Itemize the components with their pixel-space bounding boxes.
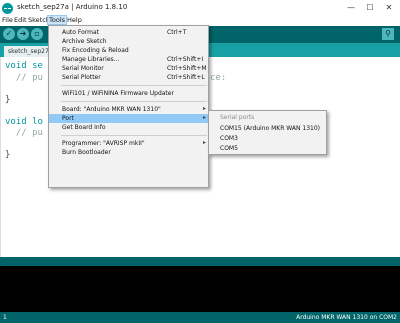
submenu-arrow-icon: ▸ [203, 105, 207, 112]
menu-item-board[interactable]: Board: "Arduino MKR WAN 1310" ▸ [49, 105, 208, 114]
menu-item-fix-encoding[interactable]: Fix Encoding & Reload [49, 46, 208, 55]
message-area [0, 257, 400, 266]
port-option-com15[interactable]: COM15 (Arduino MKR WAN 1310) [220, 125, 320, 132]
code-line-fragment: ce: [210, 73, 227, 83]
new-file-icon: ▫ [34, 29, 40, 38]
menu-separator [61, 101, 207, 102]
magnifier-icon: ⚲ [385, 29, 391, 38]
status-bar: 1 Arduino MKR WAN 1310 on COM2 [0, 312, 400, 323]
port-option-com5[interactable]: COM5 [220, 145, 238, 152]
serial-ports-header: Serial ports [220, 114, 255, 121]
check-icon: ✓ [5, 29, 13, 38]
maximize-button[interactable]: ☐ [362, 1, 378, 15]
menu-item-auto-format[interactable]: Auto Format Ctrl+T [49, 28, 208, 37]
new-button[interactable]: ▫ [31, 28, 43, 40]
menu-help[interactable]: Help [67, 16, 82, 24]
menu-item-programmer[interactable]: Programmer: "AVRISP mkII" ▸ [49, 139, 208, 148]
line-number: 1 [3, 314, 7, 321]
menu-separator [61, 135, 207, 136]
code-line: void lo [5, 117, 43, 127]
code-line: } [5, 150, 11, 160]
submenu-arrow-icon: ▸ [203, 139, 207, 146]
menu-item-manage-libraries[interactable]: Manage Libraries... Ctrl+Shift+I [49, 55, 208, 64]
port-option-com3[interactable]: COM3 [220, 135, 238, 142]
menu-item-get-board-info[interactable]: Get Board Info [49, 123, 208, 132]
menu-item-port[interactable]: Port ▸ [49, 114, 208, 123]
code-line: // pu [5, 128, 43, 138]
menu-file[interactable]: File [2, 16, 13, 24]
code-line: } [5, 95, 11, 105]
window-title: sketch_sep27a | Arduino 1.8.10 [17, 3, 128, 11]
board-port-status: Arduino MKR WAN 1310 on COM2 [296, 314, 397, 321]
serial-monitor-button[interactable]: ⚲ [382, 28, 394, 40]
minimize-button[interactable]: — [343, 1, 359, 15]
menu-item-firmware-updater[interactable]: WiFi101 / WiFiNINA Firmware Updater [49, 89, 208, 98]
tools-menu: Auto Format Ctrl+T Archive Sketch Fix Enc… [48, 25, 209, 188]
console-output [0, 266, 400, 312]
menu-item-serial-plotter[interactable]: Serial Plotter Ctrl+Shift+L [49, 73, 208, 82]
menu-separator [61, 85, 207, 86]
upload-button[interactable]: ➜ [17, 28, 29, 40]
right-arrow-icon: ➜ [19, 29, 27, 38]
port-submenu: Serial ports COM15 (Arduino MKR WAN 1310… [208, 110, 327, 155]
code-line: void se [5, 61, 43, 71]
menu-item-archive-sketch[interactable]: Archive Sketch [49, 37, 208, 46]
verify-button[interactable]: ✓ [3, 28, 15, 40]
submenu-arrow-icon: ▸ [203, 114, 207, 121]
menu-item-serial-monitor[interactable]: Serial Monitor Ctrl+Shift+M [49, 64, 208, 73]
menu-edit[interactable]: Edit [14, 16, 27, 24]
code-line: // pu [5, 73, 43, 83]
close-button[interactable]: ✕ [381, 1, 397, 15]
arduino-logo-icon [2, 3, 13, 14]
menu-tools[interactable]: Tools [47, 15, 68, 25]
menu-item-burn-bootloader[interactable]: Burn Bootloader [49, 148, 208, 157]
